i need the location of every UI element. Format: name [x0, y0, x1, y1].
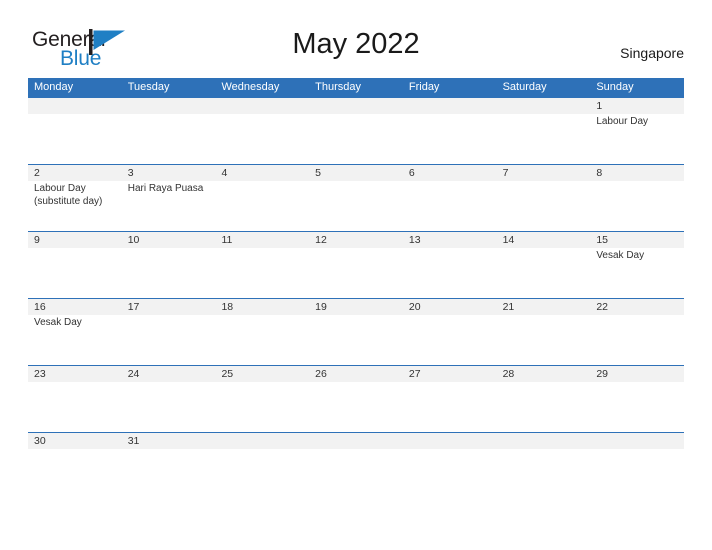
day-event: Vesak Day	[596, 250, 645, 261]
day-cell[interactable]	[496, 98, 591, 164]
calendar-page: General Blue May 2022 Singapore Monday T…	[0, 0, 712, 550]
day-number: 11	[221, 234, 233, 246]
day-number: 9	[34, 234, 40, 246]
day-cell[interactable]: 24	[121, 366, 216, 432]
day-of-week-header: Monday Tuesday Wednesday Thursday Friday…	[28, 78, 684, 97]
dow-friday: Friday	[408, 81, 440, 93]
day-number: 1	[596, 100, 603, 112]
day-cell[interactable]: 27	[402, 366, 497, 432]
page-title: May 2022	[292, 28, 420, 60]
day-number: 20	[408, 301, 421, 313]
day-number: 23	[34, 368, 46, 380]
day-cell[interactable]	[215, 433, 310, 449]
day-cell[interactable]: 5	[309, 165, 403, 231]
dow-saturday: Saturday	[502, 81, 547, 93]
day-cell[interactable]: 23	[28, 366, 122, 432]
day-number: 15	[596, 234, 608, 246]
day-cell[interactable]: 13	[402, 232, 497, 298]
day-number: 28	[502, 368, 515, 380]
day-cell[interactable]: 29	[590, 366, 685, 432]
day-number: 2	[34, 167, 40, 179]
day-number: 22	[596, 301, 608, 313]
day-number: 24	[127, 368, 140, 380]
day-cell[interactable]: 12	[309, 232, 403, 298]
day-number: 8	[596, 167, 603, 179]
day-number: 4	[221, 167, 228, 179]
day-number: 27	[408, 368, 421, 380]
day-number: 18	[221, 301, 234, 313]
day-cell[interactable]: 25	[215, 366, 310, 432]
day-cell[interactable]: 7	[496, 165, 591, 231]
day-cell[interactable]	[590, 433, 685, 449]
day-cell[interactable]	[402, 98, 497, 164]
calendar-week-row: 16 Vesak Day 17 18 19 20 21 22	[28, 298, 685, 365]
day-number: 7	[502, 167, 509, 179]
day-cell[interactable]	[215, 98, 310, 164]
calendar-week-row: 9 10 11 12 13 14 15 Vesak Day	[28, 231, 685, 298]
page-header: General Blue May 2022 Singapore	[0, 0, 712, 78]
day-number: 5	[315, 167, 321, 179]
day-number: 17	[127, 301, 140, 313]
day-number: 6	[408, 167, 415, 179]
day-cell[interactable]: 20	[402, 299, 497, 365]
day-cell[interactable]: 28	[496, 366, 591, 432]
day-number: 16	[34, 301, 46, 313]
day-cell[interactable]: 19	[309, 299, 403, 365]
day-cell[interactable]: 18	[215, 299, 310, 365]
day-number: 21	[502, 301, 515, 313]
day-cell[interactable]: 4	[215, 165, 310, 231]
day-cell[interactable]: 15 Vesak Day	[590, 232, 685, 298]
day-cell[interactable]: 31	[121, 433, 216, 449]
day-event: Labour Day (substitute day)	[34, 183, 103, 207]
dow-monday: Monday	[34, 81, 74, 93]
day-number: 26	[315, 368, 327, 380]
day-number: 14	[502, 234, 515, 246]
region-label: Singapore	[620, 45, 684, 61]
day-number: 29	[596, 368, 608, 380]
calendar-week-row: 1 Labour Day	[28, 97, 685, 164]
day-cell[interactable]	[309, 433, 403, 449]
day-cell[interactable]: 30	[28, 433, 122, 449]
day-cell[interactable]: 22	[590, 299, 685, 365]
day-cell[interactable]: 11	[215, 232, 310, 298]
calendar-week-row: 23 24 25 26 27 28 29	[28, 365, 685, 432]
dow-thursday: Thursday	[315, 81, 362, 93]
day-cell[interactable]	[496, 433, 591, 449]
day-cell[interactable]: 17	[121, 299, 216, 365]
day-cell[interactable]	[309, 98, 403, 164]
day-cell[interactable]: 2 Labour Day (substitute day)	[28, 165, 122, 231]
day-number: 12	[315, 234, 327, 246]
day-cell[interactable]	[121, 98, 216, 164]
day-cell[interactable]	[28, 98, 122, 164]
day-number: 10	[127, 234, 140, 246]
day-number: 30	[34, 435, 46, 447]
day-cell[interactable]: 8	[590, 165, 685, 231]
day-cell[interactable]: 6	[402, 165, 497, 231]
day-cell[interactable]: 1 Labour Day	[590, 98, 685, 164]
day-cell[interactable]: 21	[496, 299, 591, 365]
day-number: 13	[408, 234, 421, 246]
dow-tuesday: Tuesday	[127, 81, 170, 93]
day-cell[interactable]	[402, 433, 497, 449]
calendar-week-row: 2 Labour Day (substitute day) 3 Hari Ray…	[28, 164, 685, 231]
dow-wednesday: Wednesday	[221, 81, 280, 93]
calendar-grid: Monday Tuesday Wednesday Thursday Friday…	[28, 78, 685, 449]
day-cell[interactable]: 16 Vesak Day	[28, 299, 122, 365]
calendar-week-row: 30 31	[28, 432, 685, 449]
day-event: Hari Raya Puasa	[127, 183, 204, 194]
day-cell[interactable]: 3 Hari Raya Puasa	[121, 165, 216, 231]
dow-sunday: Sunday	[596, 81, 634, 93]
day-number: 3	[127, 167, 134, 179]
day-number: 19	[315, 301, 327, 313]
day-cell[interactable]: 9	[28, 232, 122, 298]
day-number: 25	[221, 368, 234, 380]
day-cell[interactable]: 14	[496, 232, 591, 298]
day-number: 31	[127, 435, 140, 447]
day-cell[interactable]: 26	[309, 366, 403, 432]
day-cell[interactable]: 10	[121, 232, 216, 298]
day-event: Vesak Day	[34, 317, 82, 328]
day-event: Labour Day	[596, 116, 649, 127]
